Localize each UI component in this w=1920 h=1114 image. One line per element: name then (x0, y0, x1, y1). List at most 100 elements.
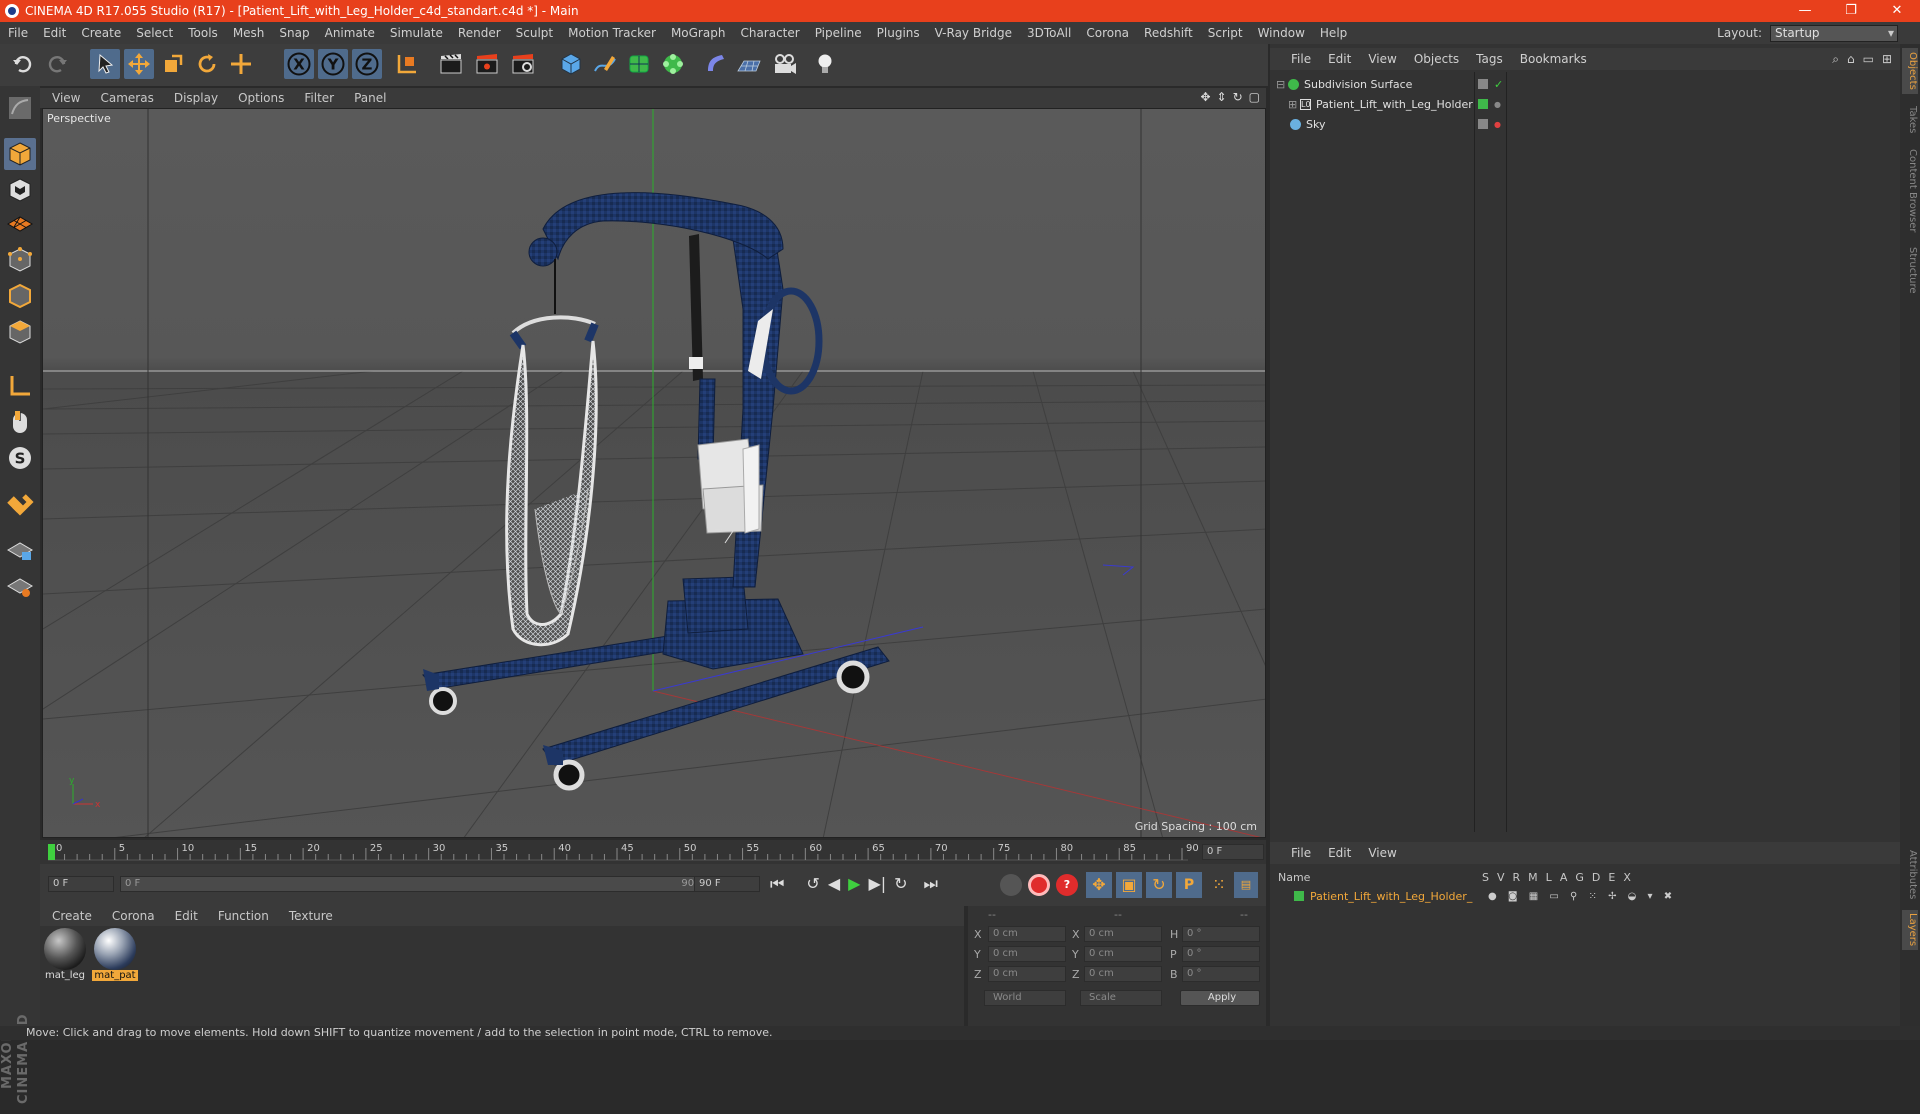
layer-column-a[interactable]: A (1560, 871, 1568, 884)
objects-menu-objects[interactable]: Objects (1405, 52, 1467, 66)
polygons-mode-button[interactable] (4, 316, 36, 348)
workplane-mode-button[interactable] (4, 206, 36, 238)
tab-content-browser[interactable]: Content Browser (1902, 146, 1918, 236)
z-axis-toggle[interactable]: Z (352, 49, 382, 79)
coordinate-space-dropdown[interactable]: World (984, 990, 1066, 1006)
object-row-patient-lift[interactable]: ⊞ L0 Patient_Lift_with_Leg_Holder ● (1272, 94, 1898, 114)
rot-h-field[interactable]: 0 ° (1182, 926, 1260, 942)
timeline-toggle-icon[interactable]: ▤ (1234, 872, 1258, 898)
viewport-menu-filter[interactable]: Filter (292, 91, 342, 105)
menu-script[interactable]: Script (1200, 26, 1250, 40)
layer-column-r[interactable]: R (1513, 871, 1521, 884)
edges-mode-button[interactable] (4, 280, 36, 312)
tab-takes[interactable]: Takes (1902, 100, 1918, 140)
object-row-subdivision-surface[interactable]: ⊟ Subdivision Surface ✓ (1272, 74, 1898, 94)
tab-layers[interactable]: Layers (1902, 910, 1918, 950)
start-frame-field[interactable]: 0 F (48, 876, 114, 892)
objects-menu-file[interactable]: File (1282, 52, 1319, 66)
render-to-picture-viewer-button[interactable] (472, 49, 502, 79)
menu-edit[interactable]: Edit (35, 26, 73, 40)
close-button[interactable]: ✕ (1874, 0, 1920, 22)
menu-corona[interactable]: Corona (1078, 26, 1136, 40)
texture-mode-button[interactable] (4, 174, 36, 206)
menu-sculpt[interactable]: Sculpt (508, 26, 560, 40)
perspective-viewport[interactable]: y x Perspective Grid Spacing : 100 cm (42, 108, 1266, 838)
live-selection-tool[interactable] (90, 49, 120, 79)
collapse-toggle-icon[interactable]: ⊟ (1276, 78, 1288, 91)
go-to-start-icon[interactable]: ⏮ (770, 874, 784, 894)
size-mode-dropdown[interactable]: Scale (1080, 990, 1162, 1006)
size-y-field[interactable]: 0 cm (1084, 946, 1162, 962)
menu-simulate[interactable]: Simulate (382, 26, 450, 40)
objects-menu-tags[interactable]: Tags (1467, 52, 1511, 66)
preview-range-slider[interactable]: 0 F 90 F (120, 876, 720, 892)
points-mode-button[interactable] (4, 244, 36, 276)
record-key-icon[interactable] (1028, 874, 1050, 896)
menu-mesh[interactable]: Mesh (225, 26, 272, 40)
viewport-menu-display[interactable]: Display (162, 91, 226, 105)
minimize-panel-icon[interactable]: ▭ (1863, 52, 1874, 67)
material-menu-edit[interactable]: Edit (163, 909, 206, 923)
pos-y-field[interactable]: 0 cm (988, 946, 1066, 962)
subdivision-surface-button[interactable] (624, 49, 654, 79)
rotate-tool[interactable] (192, 49, 222, 79)
viewport-menu-cameras[interactable]: Cameras (88, 91, 161, 105)
light-object-button[interactable] (810, 49, 840, 79)
expand-toggle-icon[interactable]: ⊞ (1288, 98, 1300, 111)
objects-menu-view[interactable]: View (1359, 52, 1404, 66)
apply-button[interactable]: Apply (1180, 990, 1260, 1006)
viewport-menu-options[interactable]: Options (226, 91, 292, 105)
cube-object-button[interactable] (556, 49, 586, 79)
floor-object-button[interactable] (734, 49, 764, 79)
menu-snap[interactable]: Snap (271, 26, 316, 40)
menu-character[interactable]: Character (732, 26, 806, 40)
next-key-icon[interactable]: ↻ (894, 874, 907, 894)
tweak-mode-button[interactable] (4, 406, 36, 438)
viewport-menu-panel[interactable]: Panel (342, 91, 394, 105)
redo-button[interactable] (42, 49, 72, 79)
camera-object-button[interactable] (770, 49, 800, 79)
layer-column-l[interactable]: L (1546, 871, 1552, 884)
rot-b-field[interactable]: 0 ° (1182, 966, 1260, 982)
layer-column-x[interactable]: X (1623, 871, 1631, 884)
render-view-button[interactable] (436, 49, 466, 79)
previous-key-icon[interactable]: ↺ (806, 874, 819, 894)
home-icon[interactable]: ⌂ (1847, 52, 1855, 67)
menu-file[interactable]: File (0, 26, 35, 40)
menu-vray-bridge[interactable]: V-Ray Bridge (927, 26, 1019, 40)
timeline-ruler[interactable]: 0 5 10 15 20 25 30 35 40 45 50 55 60 65 70 75 80 85 90 0 F (40, 840, 1266, 864)
planar-workplane-button[interactable] (4, 570, 36, 602)
material-menu-texture[interactable]: Texture (277, 909, 341, 923)
scale-track-icon[interactable]: ▣ (1116, 872, 1142, 898)
menu-mograph[interactable]: MoGraph (663, 26, 733, 40)
current-frame-field[interactable]: 0 F (1202, 844, 1264, 860)
rot-p-field[interactable]: 0 ° (1182, 946, 1260, 962)
parameter-track-icon[interactable]: P (1176, 872, 1202, 898)
make-editable-button[interactable] (4, 92, 36, 124)
play-icon[interactable]: ▶ (848, 874, 860, 894)
layer-column-v[interactable]: V (1497, 871, 1505, 884)
enabled-check-icon[interactable]: ✓ (1494, 78, 1503, 91)
material-menu-corona[interactable]: Corona (100, 909, 163, 923)
scale-tool[interactable] (158, 49, 188, 79)
layout-dropdown[interactable]: Startup (1770, 24, 1898, 42)
deformer-button[interactable] (700, 49, 730, 79)
size-z-field[interactable]: 0 cm (1084, 966, 1162, 982)
toggle-view-icon[interactable]: ▢ (1249, 90, 1260, 104)
objects-menu-bookmarks[interactable]: Bookmarks (1511, 52, 1595, 66)
material-menu-create[interactable]: Create (40, 909, 100, 923)
menu-3dtoall[interactable]: 3DToAll (1019, 26, 1078, 40)
lock-workplane-button[interactable] (4, 534, 36, 566)
menu-select[interactable]: Select (128, 26, 180, 40)
end-frame-field[interactable]: 90 F (694, 876, 760, 892)
tab-attributes[interactable]: Attributes (1902, 846, 1918, 904)
previous-frame-icon[interactable]: ◀ (828, 874, 840, 894)
render-settings-button[interactable] (508, 49, 538, 79)
material-swatch-selected[interactable]: mat_pat (92, 928, 138, 981)
viewport-menu-view[interactable]: View (40, 91, 88, 105)
layer-row[interactable]: Patient_Lift_with_Leg_Holder_ ● ◙ ▦ ▭ ⚲ … (1272, 886, 1898, 906)
menu-animate[interactable]: Animate (317, 26, 382, 40)
render-dots-icon[interactable]: ● (1494, 120, 1501, 129)
visibility-dot-icon[interactable] (1478, 119, 1488, 129)
pos-x-field[interactable]: 0 cm (988, 926, 1066, 942)
